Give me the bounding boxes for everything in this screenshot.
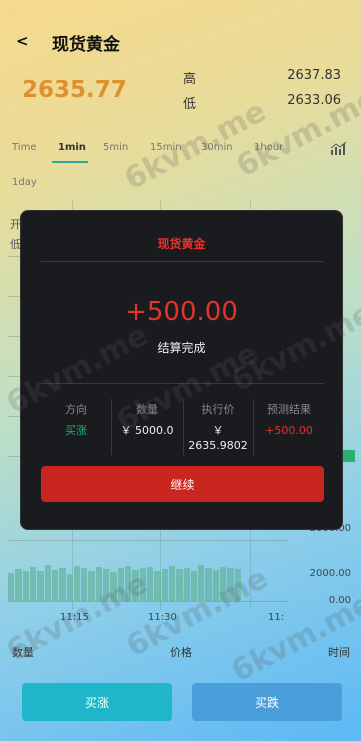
grid-line bbox=[8, 540, 288, 541]
direction-column: 方向 买涨 bbox=[41, 401, 111, 457]
volume-bar bbox=[176, 569, 183, 601]
volume-bar bbox=[132, 570, 139, 601]
tab-30min[interactable]: 30min bbox=[201, 142, 233, 153]
volume-bar bbox=[15, 568, 22, 601]
active-tab-indicator bbox=[52, 161, 88, 163]
volume-bar bbox=[59, 567, 66, 601]
volume-bar bbox=[88, 570, 95, 601]
volume-bar bbox=[29, 566, 37, 601]
prediction-label: 预测结果 bbox=[267, 403, 311, 416]
back-icon[interactable]: < bbox=[16, 32, 29, 50]
volume-bar bbox=[95, 566, 103, 601]
header: < 现货黄金 bbox=[0, 28, 361, 58]
axis-label-volume-zero: 0.00 bbox=[328, 595, 351, 606]
volume-bar bbox=[146, 566, 154, 601]
page-title: 现货黄金 bbox=[52, 35, 120, 55]
volume-bar bbox=[81, 568, 88, 601]
volume-bar bbox=[103, 569, 110, 601]
result-amount: +500.00 bbox=[125, 297, 238, 327]
volume-bar bbox=[205, 568, 212, 601]
price-label: 价格 bbox=[170, 646, 192, 659]
tab-time[interactable]: Time bbox=[12, 142, 36, 153]
tab-1hour[interactable]: 1hour bbox=[254, 142, 283, 153]
dialog-title: 现货黄金 bbox=[157, 237, 206, 251]
high-value: 2637.83 bbox=[287, 68, 341, 83]
exec-price-label: 执行价 bbox=[201, 403, 235, 416]
volume-bar bbox=[154, 570, 161, 601]
price-marker bbox=[343, 450, 355, 462]
buy-up-button[interactable]: 买涨 bbox=[22, 683, 172, 721]
low-label: 低 bbox=[183, 97, 197, 112]
divider bbox=[41, 261, 324, 262]
axis-label-volume-max: 2000.00 bbox=[309, 568, 351, 579]
volume-bar bbox=[220, 566, 227, 601]
continue-button[interactable]: 继续 bbox=[41, 466, 324, 502]
volume-bar bbox=[198, 565, 205, 601]
volume-bar bbox=[51, 569, 59, 601]
prediction-value: +500.00 bbox=[265, 424, 313, 437]
volume-bar bbox=[44, 564, 51, 601]
volume-bars bbox=[8, 563, 242, 601]
direction-value: 买涨 bbox=[65, 424, 87, 437]
settlement-status: 结算完成 bbox=[157, 341, 206, 355]
volume-bar bbox=[190, 570, 198, 601]
x-tick-label: 11:15 bbox=[60, 612, 89, 623]
x-tick-label: 11: bbox=[268, 612, 285, 623]
direction-label: 方向 bbox=[65, 403, 87, 416]
volume-bar bbox=[212, 569, 220, 601]
volume-label: 数量 bbox=[12, 646, 34, 659]
chart-type-icon[interactable] bbox=[330, 141, 348, 156]
volume-bar bbox=[183, 567, 190, 601]
quantity-label: 数量 bbox=[136, 403, 158, 416]
volume-bar bbox=[117, 567, 124, 601]
volume-bar bbox=[227, 567, 234, 601]
tab-1day[interactable]: 1day bbox=[12, 177, 37, 188]
volume-bar bbox=[161, 568, 168, 601]
high-label: 高 bbox=[183, 72, 197, 87]
exec-price-value: ￥ 2635.9802 bbox=[188, 424, 248, 452]
current-price: 2635.77 bbox=[22, 77, 127, 103]
divider bbox=[41, 383, 324, 384]
volume-bar bbox=[22, 570, 29, 601]
volume-bar bbox=[37, 571, 44, 601]
volume-bar bbox=[234, 568, 241, 601]
quantity-column: 数量 ￥ 5000.0 bbox=[111, 401, 183, 457]
volume-bar bbox=[110, 572, 117, 601]
interval-tabs: Time 1min 5min 15min 30min 1hour 1day bbox=[0, 140, 361, 190]
prediction-column: 预测结果 +500.00 bbox=[253, 401, 325, 457]
quantity-value: ￥ 5000.0 bbox=[120, 424, 174, 437]
volume-bar bbox=[66, 574, 73, 601]
volume-bar bbox=[8, 572, 15, 601]
x-tick-label: 11:30 bbox=[148, 612, 177, 623]
volume-bar bbox=[139, 567, 146, 601]
tab-15min[interactable]: 15min bbox=[150, 142, 182, 153]
grid-line bbox=[8, 601, 288, 602]
buy-down-button[interactable]: 买跌 bbox=[192, 683, 342, 721]
chart-footer: 数量 价格 时间 bbox=[0, 644, 361, 660]
volume-bar bbox=[125, 565, 132, 601]
volume-bar bbox=[168, 566, 176, 601]
tab-1min[interactable]: 1min bbox=[58, 142, 86, 153]
tab-5min[interactable]: 5min bbox=[103, 142, 128, 153]
time-label: 时间 bbox=[328, 646, 350, 659]
settlement-dialog: 现货黄金 +500.00 结算完成 方向 买涨 数量 ￥ 5000.0 执行价 … bbox=[20, 210, 343, 530]
volume-bar bbox=[73, 566, 81, 601]
low-value: 2633.06 bbox=[287, 93, 341, 108]
exec-price-column: 执行价 ￥ 2635.9802 bbox=[183, 401, 253, 457]
